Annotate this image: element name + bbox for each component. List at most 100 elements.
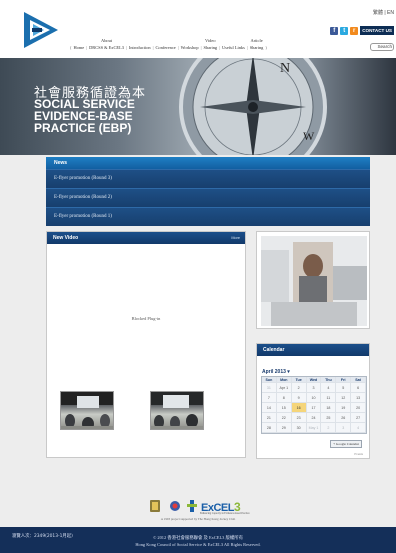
facebook-icon[interactable]: f: [330, 26, 339, 35]
nav-conference[interactable]: Conference: [153, 39, 177, 51]
site-header: 繁體 | EN f t r CONTACT US Search ( Home |…: [0, 0, 396, 58]
calendar-day[interactable]: 21: [262, 413, 277, 423]
chevron-down-icon: ▾: [287, 369, 290, 375]
calendar-day[interactable]: 10: [306, 393, 322, 403]
copyright-line-en: Hong Kong Council of Social Service & Ex…: [135, 542, 261, 547]
calendar-day[interactable]: 30: [291, 423, 307, 433]
calendar-month-label: April 2013: [262, 369, 286, 375]
copyright-line-cn: © 2012 香港社會服務聯會 及 ExCEL3 版權所有: [152, 535, 244, 540]
video-panel: New Video More Blocked Plug-in: [46, 231, 246, 458]
site-footer: 瀏覽人次：2349(2013-1月起) © 2012 香港社會服務聯會 及 Ex…: [0, 527, 396, 553]
calendar-day[interactable]: 26: [336, 413, 352, 423]
jockey-club-logo[interactable]: [150, 500, 160, 512]
calendar-panel: Calendar April 2013 ▾ Sun Mon Tue Wed Th…: [256, 343, 370, 459]
calendar-day[interactable]: 22: [276, 413, 292, 423]
calendar-day[interactable]: 20: [351, 403, 367, 413]
nav-separator: ): [265, 45, 267, 50]
calendar-week: 31 Apr 1 2 3 4 5 6: [262, 383, 367, 393]
calendar-day[interactable]: 25: [321, 413, 337, 423]
google-calendar-button[interactable]: + Google Calendar: [330, 440, 362, 448]
contact-us-button[interactable]: CONTACT US: [360, 26, 394, 35]
university-logo[interactable]: [187, 500, 197, 512]
news-item[interactable]: E-flyer promotion (Round 2): [46, 188, 370, 207]
calendar-day[interactable]: 18: [321, 403, 337, 413]
calendar-day[interactable]: 31: [262, 383, 277, 393]
calendar-day[interactable]: 9: [291, 393, 307, 403]
calendar-day[interactable]: 13: [351, 393, 367, 403]
google-calendar-label: Google Calendar: [335, 442, 359, 446]
video-heading-label: New Video: [53, 235, 79, 241]
calendar-day[interactable]: 12: [336, 393, 352, 403]
calendar-day[interactable]: Apr 1: [276, 383, 292, 393]
calendar-week: 7 8 9 10 11 12 13: [262, 393, 367, 403]
nav-article-sharing[interactable]: Article Sharing: [248, 38, 266, 51]
language-switch[interactable]: 繁體 | EN: [373, 9, 394, 16]
partners-note: A 1993 project supported by The Hong Kon…: [160, 517, 236, 521]
nav-video-sharing[interactable]: Video Sharing: [201, 38, 219, 51]
video-heading: New Video More: [47, 232, 245, 244]
calendar-day[interactable]: 3: [306, 383, 322, 393]
calendar-day[interactable]: 4: [351, 423, 367, 433]
video-thumbnail-scene: [151, 392, 203, 429]
video-thumbnail[interactable]: [150, 391, 204, 430]
calendar-day[interactable]: 11: [321, 393, 337, 403]
partners-strip: ExCEL3 Enhancing Capacity in Evidence-ba…: [0, 496, 396, 526]
compass-image: N W: [179, 58, 327, 155]
hkcss-logo[interactable]: [170, 500, 180, 512]
calendar-day[interactable]: 3: [336, 423, 352, 433]
twitter-icon[interactable]: t: [340, 26, 349, 35]
calendar-grid: Sun Mon Tue Wed Thu Fri Sat 31 Apr 1 2 3…: [261, 376, 367, 434]
site-logo[interactable]: [20, 10, 60, 50]
event-photo[interactable]: [261, 236, 367, 326]
calendar-day[interactable]: 27: [351, 413, 367, 423]
rss-icon[interactable]: r: [350, 26, 359, 35]
calendar-day[interactable]: 2: [291, 383, 307, 393]
event-photo-scene: [261, 236, 367, 326]
news-item[interactable]: E-flyer promotion (Round 3): [46, 169, 370, 188]
search-input[interactable]: Search: [370, 43, 394, 51]
copyright: © 2012 香港社會服務聯會 及 ExCEL3 版權所有 Hong Kong …: [0, 534, 396, 548]
calendar-day[interactable]: 4: [321, 383, 337, 393]
hero-banner: N W 社會服務循證為本 SOCIAL SERVICE EVIDENCE-BAS…: [0, 58, 396, 155]
social-bar: f t r CONTACT US: [330, 26, 394, 35]
calendar-day[interactable]: 23: [291, 413, 307, 423]
calendar-day[interactable]: 28: [262, 423, 277, 433]
calendar-week: 21 22 23 24 25 26 27: [262, 413, 367, 423]
calendar-day[interactable]: 19: [336, 403, 352, 413]
photo-card: [256, 231, 370, 329]
calendar-day[interactable]: 24: [306, 413, 322, 423]
compass-w-mark: W: [303, 129, 315, 143]
calendar-week: 28 29 30 May 1 2 3 4: [262, 423, 367, 433]
calendar-day[interactable]: 5: [336, 383, 352, 393]
plus-icon: +: [333, 442, 336, 446]
calendar-day[interactable]: 7: [262, 393, 277, 403]
calendar-footer-link[interactable]: Events: [354, 452, 363, 456]
calendar-day-today[interactable]: 16: [291, 403, 307, 413]
calendar-day[interactable]: 8: [276, 393, 292, 403]
video-thumbnail-scene: [61, 392, 113, 429]
excel3-tagline: Enhancing Capacity in Evidence-based Pra…: [200, 512, 250, 515]
calendar-day[interactable]: 15: [276, 403, 292, 413]
top-navigation: ( Home | About DRCSS & ExCEL3 | Introduct…: [70, 38, 267, 51]
news-heading: News: [46, 157, 370, 169]
calendar-day[interactable]: May 1: [306, 423, 322, 433]
nav-workshop[interactable]: Workshop: [179, 39, 201, 51]
calendar-day[interactable]: 14: [262, 403, 277, 413]
calendar-day[interactable]: 17: [306, 403, 322, 413]
nav-useful-links[interactable]: Useful Links: [220, 39, 247, 51]
video-thumbnail[interactable]: [60, 391, 114, 430]
video-more-link[interactable]: More: [231, 232, 240, 244]
calendar-week: 14 15 16 17 18 19 20: [262, 403, 367, 413]
nav-home[interactable]: Home: [71, 39, 86, 51]
blocked-plugin[interactable]: Blocked Plug-in: [47, 316, 245, 321]
nav-introduction[interactable]: Introduction: [127, 39, 153, 51]
calendar-day[interactable]: 6: [351, 383, 367, 393]
news-item[interactable]: E-flyer promotion (Round 1): [46, 207, 370, 226]
calendar-month-select[interactable]: April 2013 ▾: [262, 369, 290, 375]
news-panel: News E-flyer promotion (Round 3) E-flyer…: [46, 157, 370, 226]
nav-about[interactable]: About DRCSS & ExCEL3: [87, 38, 126, 51]
calendar-day[interactable]: 2: [321, 423, 337, 433]
calendar-day[interactable]: 29: [276, 423, 292, 433]
compass-n-mark: N: [280, 61, 290, 76]
banner-title-en: SOCIAL SERVICE EVIDENCE-BASE PRACTICE (E…: [34, 97, 135, 135]
